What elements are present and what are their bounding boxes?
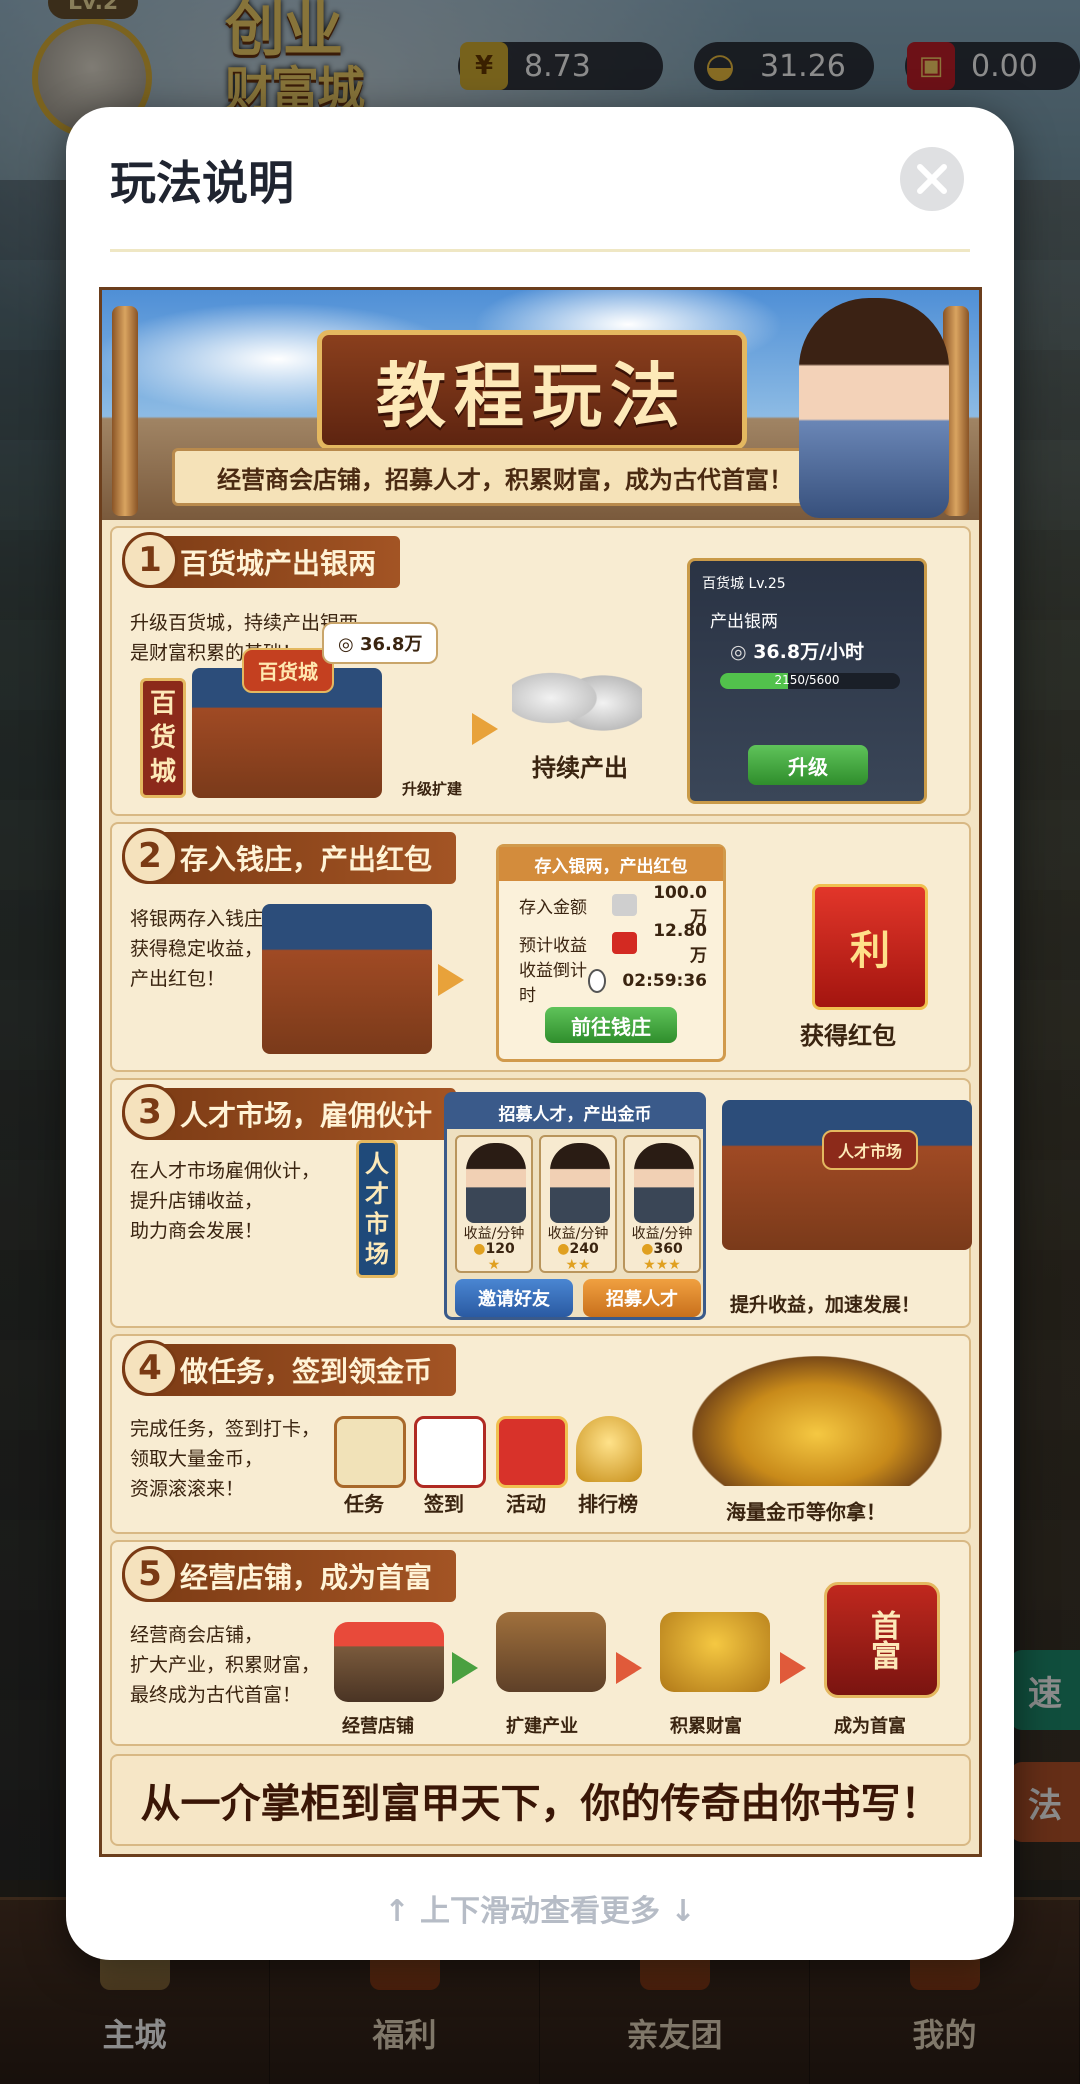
hero-banner: 教程玩法: [317, 330, 747, 450]
section-title: 人才市场，雇佣伙计: [180, 1099, 433, 1132]
talent-card[interactable]: 收益/分钟 ●120 ★: [455, 1135, 533, 1273]
star-rating: ★: [487, 1257, 501, 1273]
silver-bubble: ◎ 36.8万: [322, 622, 439, 664]
continuous-output-label: 持续产出: [532, 754, 628, 782]
expand-industry-illustration: [496, 1612, 606, 1692]
richest-plaque: 首富: [824, 1582, 940, 1698]
section-desc: 将银两存入钱庄， 获得稳定收益， 产出红包！: [130, 908, 283, 990]
talent-card[interactable]: 收益/分钟 ●240 ★★: [539, 1135, 617, 1273]
section-title: 百货城产出银两: [180, 547, 377, 580]
poster-footer-slogan: 从一介掌柜到富甲天下，你的传奇由你书写！: [110, 1754, 971, 1846]
go-to-bank-button[interactable]: 前往钱庄: [545, 1007, 677, 1043]
progress-text: 2150/5600: [774, 673, 840, 687]
section-3: 3 人才市场，雇佣伙计 在人才市场雇佣伙计， 提升店铺收益， 助力商会发展！ 人…: [110, 1078, 972, 1328]
talent-market-illustration: [722, 1100, 972, 1250]
section-title: 做任务，签到领金币: [180, 1355, 433, 1388]
deposit-card: 存入银两，产出红包 存入金额 100.0万 预计收益 12.80万 收益倒计时 …: [496, 844, 726, 1062]
banner-title: 教程玩法: [376, 353, 688, 437]
title-divider: [110, 249, 970, 252]
get-red-packet-label: 获得红包: [800, 1022, 896, 1050]
section-number: 1: [122, 532, 178, 588]
section-number: 2: [122, 828, 178, 884]
section-2-header: 2 存入钱庄，产出红包: [122, 828, 457, 884]
checkin-icon: [414, 1416, 486, 1488]
talent-income: ●360: [641, 1241, 683, 1257]
deposit-card-header: 存入银两，产出红包: [499, 847, 723, 881]
scroll-rod-left: [112, 306, 138, 516]
star-rating: ★★: [565, 1257, 591, 1273]
recruit-panel-header: 招募人才，产出金币: [447, 1095, 703, 1129]
talent-market-tag: 人才市场: [356, 1140, 398, 1278]
invite-friends-button[interactable]: 邀请好友: [455, 1279, 573, 1317]
red-packet-icon: [612, 932, 638, 954]
talent-income: ●120: [473, 1241, 515, 1257]
arrow-right-icon: [452, 1652, 478, 1684]
close-button[interactable]: [900, 147, 964, 211]
section-2: 2 存入钱庄，产出红包 将银两存入钱庄， 获得稳定收益， 产出红包！ 存入银两，…: [110, 822, 971, 1072]
clock-icon: [588, 969, 607, 993]
talent-income: ●240: [557, 1241, 599, 1257]
section-1: 1 百货城产出银两 升级百货城，持续产出银两， 是财富积累的基础！ 百货城 百货…: [110, 526, 971, 816]
talent-portrait: [634, 1143, 694, 1223]
caption: 海量金币等你拿！: [726, 1500, 886, 1524]
silver-ingot-icon: ◎: [730, 641, 754, 663]
section-5-header: 5 经营店铺，成为首富: [122, 1546, 457, 1602]
talent-card[interactable]: 收益/分钟 ●360 ★★★: [623, 1135, 701, 1273]
banner-subtitle: 经营商会店铺，招募人才，积累财富，成为古代首富！: [172, 448, 838, 506]
arrow-right-icon: [438, 964, 464, 996]
talent-portrait: [550, 1143, 610, 1223]
recruit-panel: 招募人才，产出金币 收益/分钟 ●120 ★ 收益/分钟 ●240 ★★ 收益/…: [444, 1092, 706, 1320]
section-desc: 完成任务，签到打卡， 领取大量金币， 资源滚滚来！: [130, 1418, 321, 1500]
caption: 提升收益，加速发展！: [730, 1294, 921, 1316]
silver-ingot-icon: [612, 894, 638, 916]
section-3-header: 3 人才市场，雇佣伙计: [122, 1084, 457, 1140]
silver-ingot-icon: ◎: [338, 634, 360, 655]
shop-illustration: [334, 1622, 444, 1702]
store-status-card: 百货城 Lv.25 产出银两 ◎ 36.8万/小时 2150/5600 升级: [687, 558, 927, 804]
section-number: 5: [122, 1546, 178, 1602]
section-4-header: 4 做任务，签到领金币: [122, 1340, 457, 1396]
section-desc: 在人才市场雇佣伙计， 提升店铺收益， 助力商会发展！: [130, 1160, 321, 1242]
heroine-illustration: [799, 298, 949, 518]
arrow-right-icon: [616, 1652, 642, 1684]
section-number: 4: [122, 1340, 178, 1396]
gold-pile-illustration: [660, 1612, 770, 1692]
tutorial-poster[interactable]: 教程玩法 经营商会店铺，招募人才，积累财富，成为古代首富！ 1 百货城产出银两 …: [99, 287, 982, 1857]
section-title: 存入钱庄，产出红包: [180, 843, 433, 876]
countdown-row: 收益倒计时 02:59:36: [519, 961, 707, 1006]
store-sign: 百货城: [242, 648, 334, 693]
arrow-right-icon: [780, 1652, 806, 1684]
silver-ingots-illustration: [512, 648, 642, 748]
modal-title: 玩法说明: [110, 156, 294, 210]
store-level: 百货城 Lv.25: [702, 576, 786, 592]
gift-icon: [496, 1416, 568, 1488]
tutorial-hero: 教程玩法 经营商会店铺，招募人才，积累财富，成为古代首富！: [102, 290, 979, 520]
section-5: 5 经营店铺，成为首富 经营商会店铺， 扩大产业，积累财富， 最终成为古代首富！…: [110, 1540, 971, 1746]
department-store-tag: 百货城: [140, 678, 186, 798]
section-1-header: 1 百货城产出银两: [122, 532, 401, 588]
upgrade-build-label: 升级扩建: [402, 780, 463, 798]
talent-market-sign: 人才市场: [822, 1130, 919, 1170]
section-title: 经营店铺，成为首富: [180, 1561, 433, 1594]
scroll-hint: ↑ 上下滑动查看更多 ↓: [384, 1894, 696, 1929]
section-number: 3: [122, 1084, 178, 1140]
treasure-chest-illustration: [692, 1356, 942, 1486]
close-icon: [917, 164, 947, 194]
recruit-button[interactable]: 招募人才: [583, 1279, 701, 1317]
rules-modal: 玩法说明 教程玩法 经营商会店铺，招募人才，积累财富，成为古代首富！ 1 百货城…: [66, 107, 1014, 1960]
produce-label: 产出银两: [710, 612, 778, 632]
produce-rate: ◎ 36.8万/小时: [730, 641, 865, 663]
arrow-right-icon: [472, 713, 498, 745]
talent-portrait: [466, 1143, 526, 1223]
star-rating: ★★★: [643, 1257, 681, 1273]
deposit-amount-row: 存入金额 100.0万: [519, 882, 707, 928]
section-desc: 经营商会店铺， 扩大产业，积累财富， 最终成为古代首富！: [130, 1624, 321, 1706]
upgrade-button[interactable]: 升级: [748, 745, 868, 785]
bank-illustration: [262, 904, 432, 1054]
trophy-icon: [576, 1416, 642, 1482]
red-packet-illustration: 利: [812, 884, 928, 1010]
task-icon: [334, 1416, 406, 1488]
section-4: 4 做任务，签到领金币 完成任务，签到打卡， 领取大量金币， 资源滚滚来！ 任务…: [110, 1334, 971, 1534]
